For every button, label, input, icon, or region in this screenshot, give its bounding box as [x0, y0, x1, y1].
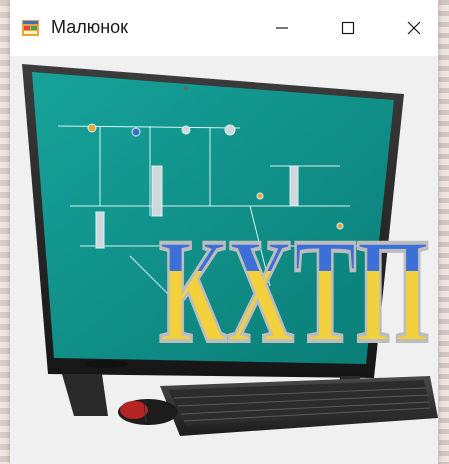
close-icon: [407, 21, 421, 35]
client-area: КХТП КХТП: [10, 56, 438, 464]
maximize-icon: [341, 21, 355, 35]
title-bar[interactable]: Малюнок: [10, 0, 438, 56]
minimize-icon: [276, 27, 288, 29]
picture-window: Малюнок КХТП: [10, 0, 438, 464]
background-left: [0, 0, 10, 464]
form-icon: [22, 20, 39, 36]
background-right: [439, 0, 449, 464]
mouse: [118, 399, 178, 425]
keyboard: [160, 376, 438, 436]
maximize-button[interactable]: [322, 0, 374, 56]
close-button[interactable]: [388, 0, 440, 56]
minimize-button[interactable]: [256, 0, 308, 56]
kxtp-logo: КХТП КХТП: [157, 206, 431, 351]
computer-picture: КХТП КХТП: [22, 64, 438, 436]
window-title: Малюнок: [51, 17, 129, 37]
